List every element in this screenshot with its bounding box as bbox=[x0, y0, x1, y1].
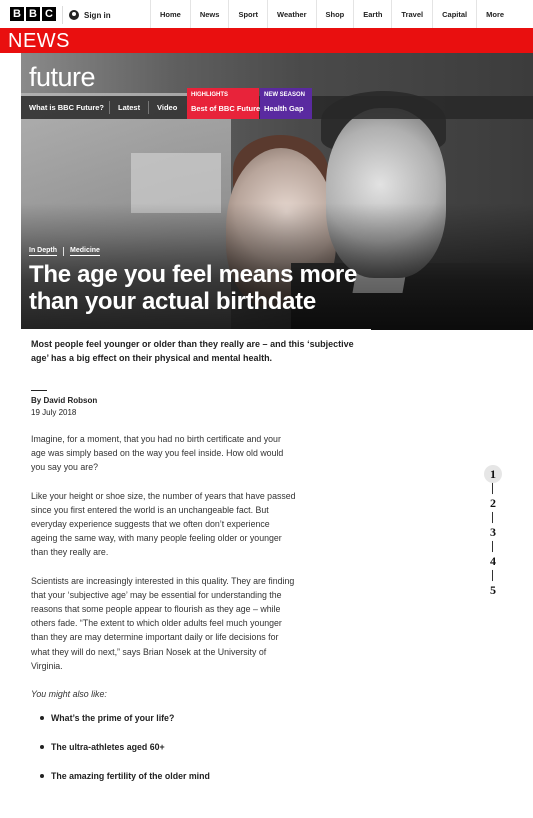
step-3[interactable]: 3 bbox=[484, 523, 502, 541]
byline-divider bbox=[31, 390, 47, 391]
article-paragraph: Imagine, for a moment, that you had no b… bbox=[31, 434, 284, 473]
nav-earth[interactable]: Earth bbox=[353, 0, 391, 28]
related-link[interactable]: The ultra-athletes aged 60+ bbox=[31, 740, 296, 754]
nav-home[interactable]: Home bbox=[150, 0, 190, 28]
promo-title: Best of BBC Future bbox=[191, 104, 261, 113]
step-4[interactable]: 4 bbox=[484, 552, 502, 570]
article-paragraph: Like your height or shoe size, the numbe… bbox=[31, 490, 296, 558]
also-like-label: You might also like: bbox=[31, 689, 107, 700]
tag-medicine[interactable]: Medicine bbox=[70, 247, 100, 256]
sign-in-link[interactable]: Sign in bbox=[62, 6, 111, 24]
bbc-logo-letter: C bbox=[42, 7, 56, 21]
related-link[interactable]: What’s the prime of your life? bbox=[31, 711, 296, 725]
bbc-logo-letter: B bbox=[26, 7, 40, 21]
related-link[interactable]: The amazing fertility of the older mind bbox=[31, 769, 296, 783]
article-body: Imagine, for a moment, that you had no b… bbox=[31, 432, 296, 798]
step-2[interactable]: 2 bbox=[484, 494, 502, 512]
future-logo[interactable]: future bbox=[29, 62, 96, 92]
article-byline: By David Robson bbox=[31, 396, 98, 405]
news-link[interactable]: NEWS bbox=[8, 30, 70, 52]
promo-highlights[interactable]: HIGHLIGHTS Best of BBC Future bbox=[187, 88, 261, 119]
nav-more[interactable]: More bbox=[476, 0, 513, 28]
nav-capital[interactable]: Capital bbox=[432, 0, 476, 28]
promo-title: Health Gap bbox=[264, 104, 304, 113]
step-1[interactable]: 1 bbox=[484, 465, 502, 483]
nav-news[interactable]: News bbox=[189, 0, 229, 28]
nav-sport[interactable]: Sport bbox=[228, 0, 267, 28]
nav-weather[interactable]: Weather bbox=[267, 0, 315, 28]
nav-separator bbox=[148, 101, 149, 114]
nav-video[interactable]: Video bbox=[157, 96, 177, 119]
nav-what-is-bbc-future[interactable]: What is BBC Future? bbox=[29, 96, 104, 119]
nav-separator bbox=[109, 101, 110, 114]
sign-in-label: Sign in bbox=[84, 10, 111, 20]
article-tags: In Depth Medicine bbox=[29, 247, 100, 256]
tag-in-depth[interactable]: In Depth bbox=[29, 247, 57, 256]
bbc-logo[interactable]: B B C bbox=[10, 7, 56, 21]
article-date: 19 July 2018 bbox=[31, 408, 77, 417]
article-paragraph: Scientists are increasingly interested i… bbox=[31, 575, 295, 671]
news-bar: NEWS bbox=[0, 28, 533, 53]
top-navigation: Home News Sport Weather Shop Earth Trave… bbox=[150, 0, 513, 28]
promo-new-season[interactable]: NEW SEASON Health Gap bbox=[260, 88, 312, 119]
section-stepper: 1 2 3 4 5 bbox=[484, 465, 502, 601]
promo-kicker: NEW SEASON bbox=[264, 92, 306, 98]
nav-latest[interactable]: Latest bbox=[118, 96, 140, 119]
nav-shop[interactable]: Shop bbox=[315, 0, 354, 28]
tag-separator bbox=[63, 247, 64, 256]
bbc-logo-letter: B bbox=[10, 7, 24, 21]
nav-travel[interactable]: Travel bbox=[391, 0, 432, 28]
article-summary: Most people feel younger or older than t… bbox=[21, 329, 371, 365]
promo-kicker: HIGHLIGHTS bbox=[191, 92, 228, 98]
step-5[interactable]: 5 bbox=[484, 581, 502, 599]
article-headline: The age you feel means more than your ac… bbox=[29, 261, 358, 315]
related-links: What’s the prime of your life? The ultra… bbox=[31, 711, 296, 783]
bbc-masthead: B B C Sign in Home News Sport Weather Sh… bbox=[0, 0, 533, 29]
user-icon bbox=[69, 10, 79, 20]
